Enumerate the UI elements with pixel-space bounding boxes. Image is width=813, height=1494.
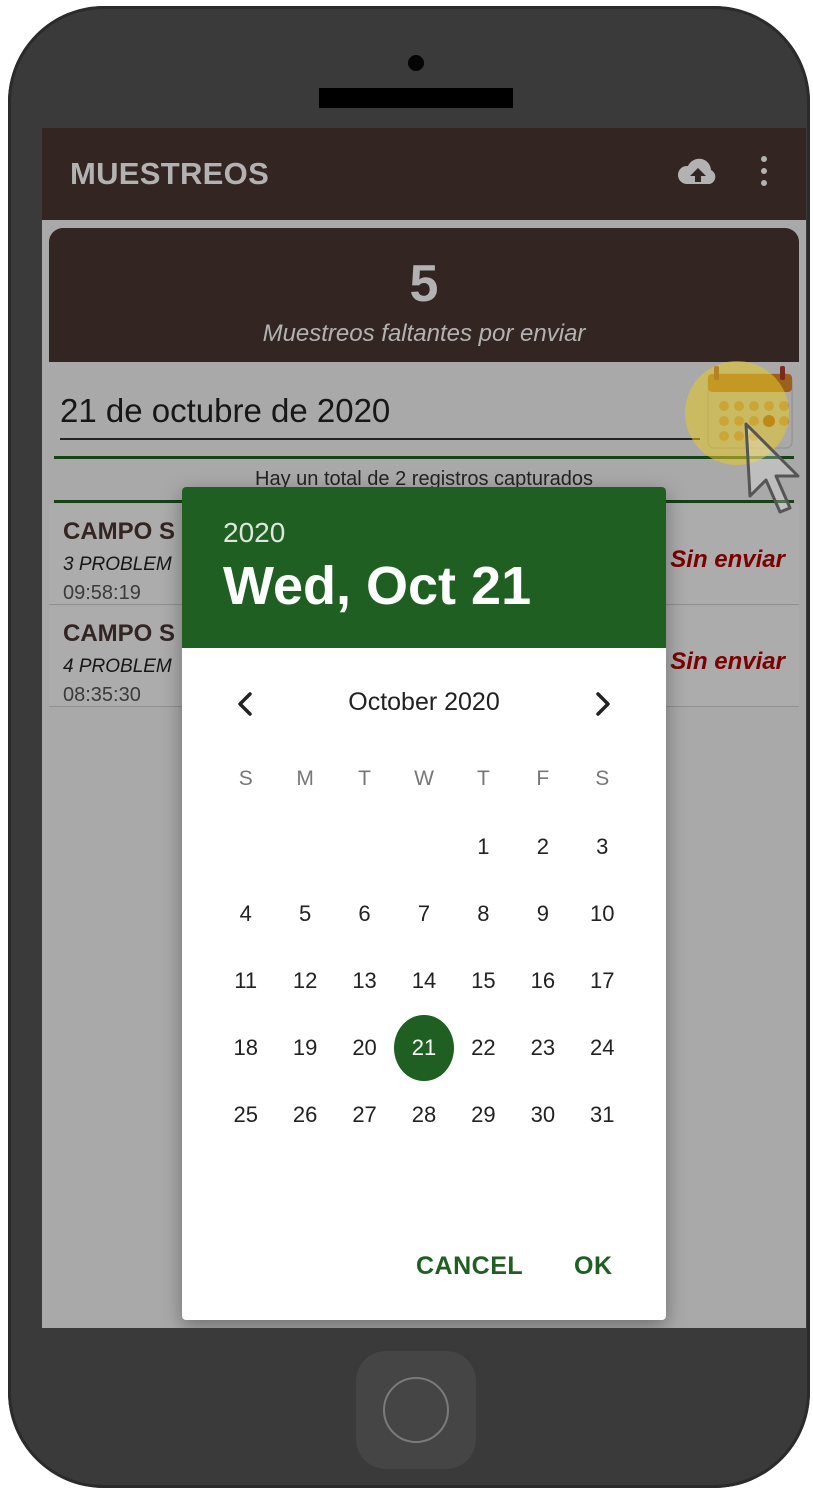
day-number: 11 xyxy=(234,967,258,993)
day-number: 16 xyxy=(530,967,556,993)
day-cell[interactable]: 6 xyxy=(335,880,394,947)
day-cell[interactable]: 28 xyxy=(394,1082,453,1149)
day-cell[interactable]: 12 xyxy=(275,947,334,1014)
days-grid: 1 2 3 4 5 6 7 8 9 10 11 12 13 14 15 16 17 18 19 20 21 22 23 24 2… xyxy=(216,813,632,1149)
front-camera xyxy=(408,55,424,71)
day-cell[interactable]: 1 xyxy=(454,813,513,880)
day-cell[interactable]: 9 xyxy=(513,880,572,947)
tap-pointer-icon xyxy=(744,422,800,514)
day-number: 20 xyxy=(352,1035,377,1061)
day-number: 27 xyxy=(352,1102,377,1128)
day-cell[interactable]: 13 xyxy=(335,947,394,1014)
day-number: 4 xyxy=(239,900,252,926)
weekday-label: W xyxy=(414,767,434,790)
day-number: 21 xyxy=(394,1015,454,1082)
day-number: 28 xyxy=(411,1102,437,1128)
chevron-right-icon[interactable] xyxy=(586,682,618,726)
dialog-actions: CANCEL OK xyxy=(182,1220,666,1320)
day-cell[interactable]: 17 xyxy=(573,947,632,1014)
day-number: 5 xyxy=(299,900,312,926)
day-number: 7 xyxy=(417,900,431,926)
empty-day-cell xyxy=(335,813,394,880)
day-cell[interactable]: 22 xyxy=(454,1015,513,1082)
screen: MUESTREOS 5 Muestreos faltantes por envi… xyxy=(42,128,806,1328)
home-button[interactable] xyxy=(356,1351,476,1469)
day-cell[interactable]: 15 xyxy=(454,947,513,1014)
day-cell[interactable]: 31 xyxy=(573,1082,632,1149)
day-number: 24 xyxy=(590,1035,615,1061)
day-number: 1 xyxy=(477,833,490,859)
earpiece-speaker xyxy=(319,88,513,108)
day-cell[interactable]: 5 xyxy=(275,880,334,947)
ok-button[interactable]: OK xyxy=(574,1252,613,1281)
day-number: 25 xyxy=(233,1102,258,1128)
day-number: 18 xyxy=(233,1035,258,1061)
date-picker-header: 2020 Wed, Oct 21 xyxy=(182,487,666,648)
day-number: 10 xyxy=(590,900,615,926)
day-cell[interactable]: 25 xyxy=(216,1082,275,1149)
weekday-label: T xyxy=(476,767,490,790)
weekday-label: S xyxy=(595,767,610,790)
day-number: 2 xyxy=(536,833,549,859)
day-cell[interactable]: 23 xyxy=(513,1015,572,1082)
day-number: 22 xyxy=(471,1035,496,1061)
day-cell[interactable]: 27 xyxy=(335,1082,394,1149)
day-number: 29 xyxy=(471,1102,496,1128)
date-picker-dialog: 2020 Wed, Oct 21 October 2020 S M T W T … xyxy=(182,487,666,1320)
day-cell[interactable]: 3 xyxy=(573,813,632,880)
month-navigation: October 2020 xyxy=(182,682,666,726)
day-cell[interactable]: 20 xyxy=(335,1015,394,1082)
day-number: 23 xyxy=(530,1035,556,1061)
weekday-label: F xyxy=(536,767,550,790)
day-number: 26 xyxy=(292,1102,318,1128)
day-number: 6 xyxy=(358,900,371,926)
day-cell[interactable]: 14 xyxy=(394,947,453,1014)
empty-day-cell xyxy=(394,813,453,880)
day-cell[interactable]: 8 xyxy=(454,880,513,947)
day-number: 15 xyxy=(471,967,496,993)
weekday-label: M xyxy=(296,767,314,790)
day-number: 9 xyxy=(536,900,549,926)
empty-day-cell xyxy=(275,813,334,880)
day-number: 12 xyxy=(292,967,318,993)
day-number: 31 xyxy=(590,1102,615,1128)
weekday-label: S xyxy=(238,767,253,790)
day-cell[interactable]: 19 xyxy=(275,1015,334,1082)
day-cell[interactable]: 24 xyxy=(573,1015,632,1082)
day-number: 30 xyxy=(530,1102,556,1128)
day-cell[interactable]: 30 xyxy=(513,1082,572,1149)
day-cell[interactable]: 4 xyxy=(216,880,275,947)
day-cell[interactable]: 29 xyxy=(454,1082,513,1149)
day-number: 19 xyxy=(292,1035,318,1061)
home-button-ring xyxy=(383,1377,449,1443)
day-cell[interactable]: 26 xyxy=(275,1082,334,1149)
day-cell[interactable]: 10 xyxy=(573,880,632,947)
day-number: 13 xyxy=(352,967,377,993)
empty-day-cell xyxy=(216,813,275,880)
day-cell-selected[interactable]: 21 xyxy=(394,1015,454,1082)
day-number: 14 xyxy=(411,967,437,993)
day-cell[interactable]: 16 xyxy=(513,947,572,1014)
day-cell[interactable]: 2 xyxy=(513,813,572,880)
day-number: 17 xyxy=(590,967,615,993)
weekday-header: S M T W T F S xyxy=(216,767,632,791)
day-number: 8 xyxy=(477,900,490,926)
day-cell[interactable]: 11 xyxy=(216,947,275,1014)
phone-frame: MUESTREOS 5 Muestreos faltantes por envi… xyxy=(8,6,810,1488)
day-number: 3 xyxy=(596,833,609,859)
cancel-button[interactable]: CANCEL xyxy=(416,1252,523,1281)
selected-date-heading: Wed, Oct 21 xyxy=(223,556,532,616)
weekday-label: T xyxy=(358,767,371,790)
day-cell[interactable]: 7 xyxy=(394,880,453,947)
year-selector[interactable]: 2020 xyxy=(223,517,285,549)
day-cell[interactable]: 18 xyxy=(216,1015,275,1082)
